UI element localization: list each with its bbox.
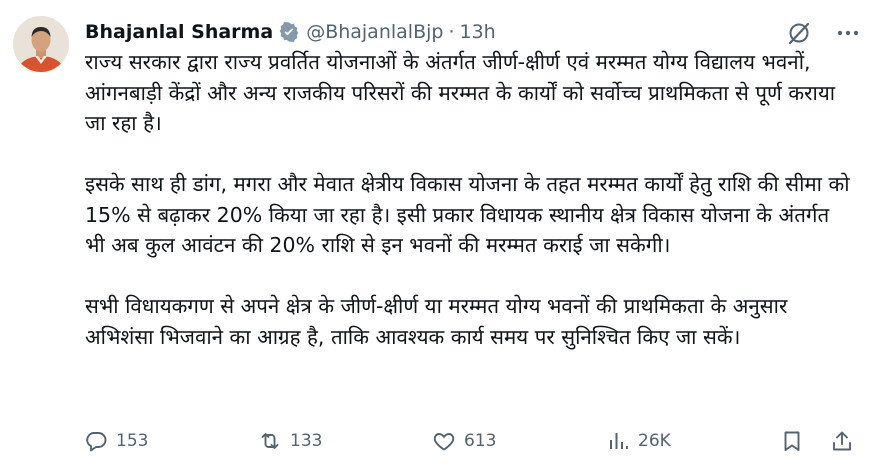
share-icon — [833, 431, 851, 451]
views-count: 26K — [638, 431, 671, 451]
tweet-paragraph-3: सभी विधायकगण से अपने क्षेत्र के जीर्ण-क्… — [85, 294, 788, 349]
reply-icon — [86, 432, 107, 452]
tweet-text: राज्य सरकार द्वारा राज्य प्रवर्तित योजना… — [85, 47, 855, 352]
like-button[interactable]: 613 — [432, 424, 496, 458]
tweet-paragraph-1: राज्य सरकार द्वारा राज्य प्रवर्तित योजना… — [85, 50, 836, 135]
bookmark-icon — [784, 431, 800, 451]
verified-badge-icon — [278, 21, 300, 43]
author-handle[interactable]: @BhajanlalBjp — [306, 21, 443, 43]
repost-icon — [261, 433, 279, 449]
like-icon — [433, 433, 455, 451]
views-icon — [610, 433, 628, 449]
repost-count: 133 — [290, 431, 323, 451]
like-count: 613 — [464, 431, 497, 451]
post-time[interactable]: 13h — [460, 21, 496, 43]
tweet-paragraph-2: इसके साथ ही डांग, मगरा और मेवात क्षेत्री… — [85, 172, 850, 257]
author-name[interactable]: Bhajanlal Sharma — [85, 21, 273, 43]
tweet-header: Bhajanlal Sharma @BhajanlalBjp · 13h — [85, 12, 496, 52]
more-options-icon[interactable] — [835, 22, 861, 44]
views-button[interactable]: 26K — [606, 424, 671, 458]
action-bar: 153 133 613 26K — [82, 424, 862, 458]
share-button[interactable] — [830, 424, 854, 458]
bookmark-button[interactable] — [780, 424, 804, 458]
grok-icon[interactable] — [786, 20, 812, 46]
repost-button[interactable]: 133 — [258, 424, 322, 458]
avatar-image — [13, 16, 69, 72]
reply-count: 153 — [116, 431, 149, 451]
reply-button[interactable]: 153 — [84, 424, 148, 458]
avatar[interactable] — [13, 16, 69, 72]
separator-dot: · — [448, 21, 455, 43]
